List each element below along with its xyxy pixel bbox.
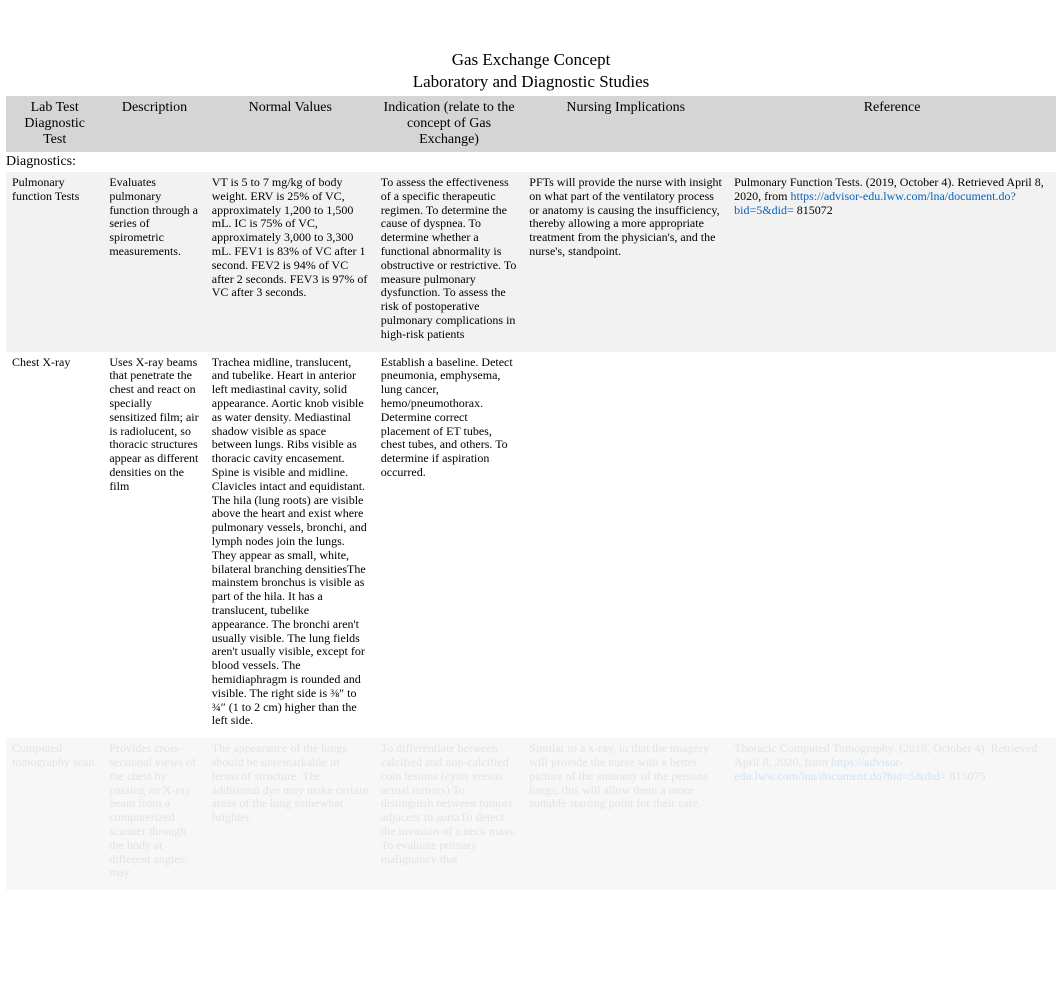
table-row: Pulmonary function Tests Evaluates pulmo… <box>6 172 1056 352</box>
col-nursing: Nursing Implications <box>523 96 728 152</box>
cell-indication: To assess the effectiveness of a specifi… <box>375 172 524 352</box>
cell-description: Evaluates pulmonary function through a s… <box>103 172 205 352</box>
cell-normal: Trachea midline, translucent, and tubeli… <box>206 352 375 739</box>
section-heading: Diagnostics: <box>6 152 1056 172</box>
col-indication: Indication (relate to the concept of Gas… <box>375 96 524 152</box>
cell-test: Computed tomography scan <box>6 738 103 890</box>
col-description: Description <box>103 96 205 152</box>
cell-description: Uses X-ray beams that penetrate the ches… <box>103 352 205 739</box>
cell-nursing: Similar to a x-ray, in that the imagery … <box>523 738 728 890</box>
page-subtitle: Laboratory and Diagnostic Studies <box>6 72 1056 92</box>
cell-indication: Establish a baseline. Detect pneumonia, … <box>375 352 524 739</box>
cell-normal: The appearance of the lungs should be un… <box>206 738 375 890</box>
page-title: Gas Exchange Concept <box>6 50 1056 70</box>
col-normal: Normal Values <box>206 96 375 152</box>
cell-test: Pulmonary function Tests <box>6 172 103 352</box>
studies-table: Lab Test Diagnostic Test Description Nor… <box>6 96 1056 890</box>
table-header-row: Lab Test Diagnostic Test Description Nor… <box>6 96 1056 152</box>
ref-text-post: 815072 <box>794 203 833 217</box>
cell-nursing: PFTs will provide the nurse with insight… <box>523 172 728 352</box>
cell-reference: Thoracic Computed Tomography. (2019, Oct… <box>728 738 1056 890</box>
table-row: Computed tomography scan Provides cross-… <box>6 738 1056 890</box>
cell-test: Chest X-ray <box>6 352 103 739</box>
cell-normal: VT is 5 to 7 mg/kg of body weight. ERV i… <box>206 172 375 352</box>
section-row: Diagnostics: <box>6 152 1056 172</box>
cell-indication: To differentiate between calcified and n… <box>375 738 524 890</box>
col-lab-test: Lab Test Diagnostic Test <box>6 96 103 152</box>
cell-nursing <box>523 352 728 739</box>
table-row: Chest X-ray Uses X-ray beams that penetr… <box>6 352 1056 739</box>
cell-reference: Pulmonary Function Tests. (2019, October… <box>728 172 1056 352</box>
ref-text-post: 815075 <box>947 769 986 783</box>
cell-reference <box>728 352 1056 739</box>
cell-description: Provides cross-sectional views of the ch… <box>103 738 205 890</box>
col-reference: Reference <box>728 96 1056 152</box>
